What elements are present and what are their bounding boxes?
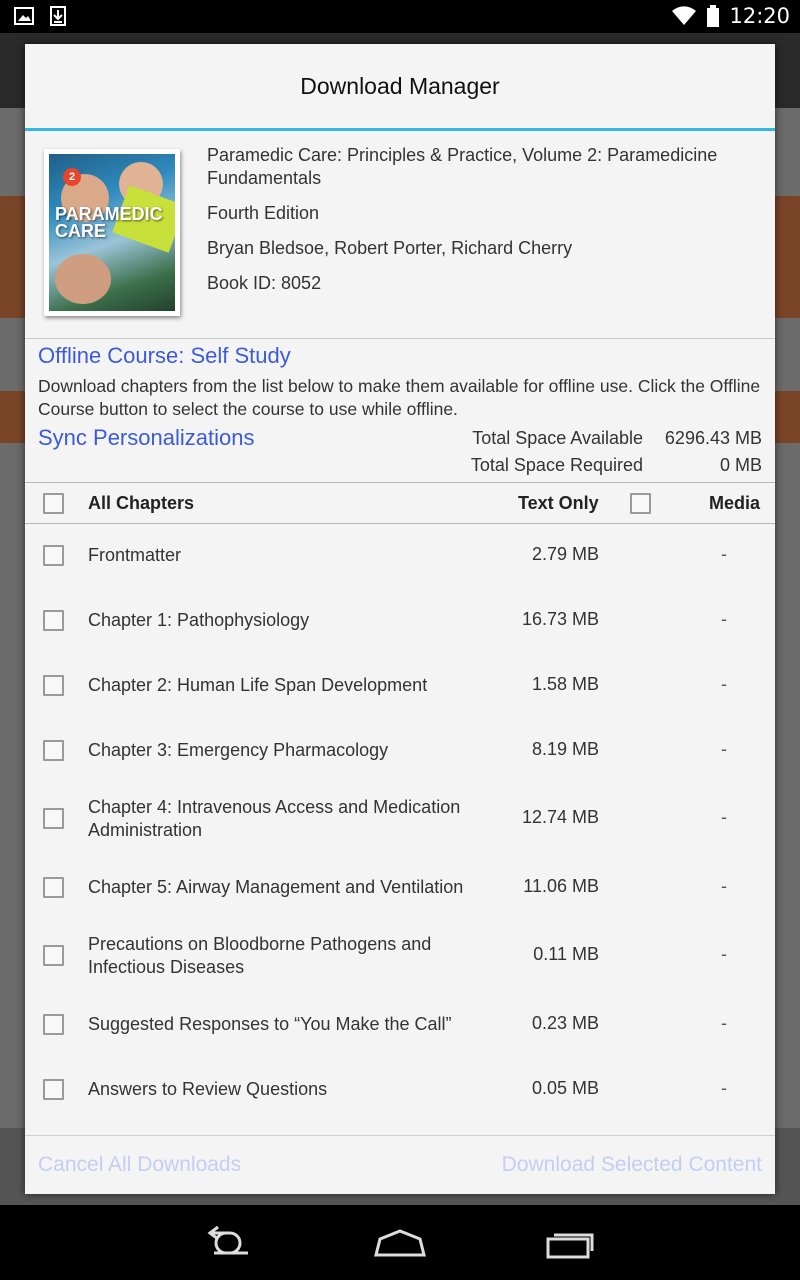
chapter-size: 0.05 MB xyxy=(531,1078,599,1098)
cancel-all-downloads-button[interactable]: Cancel All Downloads xyxy=(38,1153,241,1177)
chapter-checkbox[interactable] xyxy=(43,545,64,566)
book-cover: 2 PARAMEDIC CARE xyxy=(44,149,180,316)
chapter-checkbox[interactable] xyxy=(43,675,64,696)
back-icon[interactable] xyxy=(200,1225,260,1261)
chapter-name: Answers to Review Questions xyxy=(88,1079,328,1099)
chapter-checkbox[interactable] xyxy=(43,1014,64,1035)
chapter-size: 0.11 MB xyxy=(533,944,599,964)
chapter-size: 2.79 MB xyxy=(531,544,599,564)
chapter-size: 12.74 MB xyxy=(521,807,599,827)
chapter-name: Chapter 3: Emergency Pharmacology xyxy=(88,740,389,760)
gallery-notification-icon xyxy=(14,7,34,25)
download-selected-content-button[interactable]: Download Selected Content xyxy=(502,1153,762,1177)
chapter-name: Precautions on Bloodborne Pathogens and … xyxy=(88,934,432,977)
cover-volume-badge: 2 xyxy=(63,168,81,186)
chapter-media: - xyxy=(721,674,727,694)
dialog-header: Download Manager xyxy=(25,44,775,131)
chapter-name: Chapter 4: Intravenous Access and Medica… xyxy=(88,797,461,840)
recent-apps-icon[interactable] xyxy=(540,1225,600,1261)
chapter-size: 11.06 MB xyxy=(523,876,599,896)
offline-section: Offline Course: Self Study Download chap… xyxy=(25,339,775,483)
all-chapters-header: All Chapters xyxy=(88,493,195,513)
book-title: Paramedic Care: Principles & Practice, V… xyxy=(207,145,718,188)
chapter-size: 1.58 MB xyxy=(531,674,599,694)
chapter-media: - xyxy=(721,1078,727,1098)
cover-title: PARAMEDIC CARE xyxy=(55,204,163,241)
list-item[interactable]: Answers to Review Questions 0.05 MB - xyxy=(25,1078,775,1102)
chapter-media: - xyxy=(721,944,727,964)
dialog-footer: Cancel All Downloads Download Selected C… xyxy=(25,1135,775,1194)
list-item[interactable]: Suggested Responses to “You Make the Cal… xyxy=(25,1013,775,1037)
book-id: Book ID: 8052 xyxy=(207,273,322,293)
chapter-name: Chapter 2: Human Life Span Development xyxy=(88,675,428,695)
clock: 12:20 xyxy=(729,4,790,28)
chapter-checkbox[interactable] xyxy=(43,877,64,898)
chapter-name: Frontmatter xyxy=(88,545,182,565)
chapter-media: - xyxy=(721,876,727,896)
list-item[interactable]: Chapter 5: Airway Management and Ventila… xyxy=(25,876,775,900)
sync-personalizations-link[interactable]: Sync Personalizations xyxy=(38,425,254,451)
chapter-media: - xyxy=(721,1013,727,1033)
chapter-size: 16.73 MB xyxy=(521,609,599,629)
chapter-size: 8.19 MB xyxy=(531,739,599,759)
list-item[interactable]: Chapter 1: Pathophysiology 16.73 MB - xyxy=(25,609,775,633)
space-available-value: 6296.43 MB xyxy=(664,428,762,448)
select-all-media-checkbox[interactable] xyxy=(630,493,651,514)
chapter-media: - xyxy=(721,739,727,759)
list-item[interactable]: Chapter 3: Emergency Pharmacology 8.19 M… xyxy=(25,739,775,763)
chapter-checkbox[interactable] xyxy=(43,740,64,761)
download-manager-dialog: Download Manager 2 PARAMEDIC CARE Parame… xyxy=(25,44,775,1194)
chapter-checkbox[interactable] xyxy=(43,1079,64,1100)
chapter-checkbox[interactable] xyxy=(43,610,64,631)
space-available-label: Total Space Available xyxy=(472,428,643,448)
chapter-media: - xyxy=(721,807,727,827)
download-notification-icon xyxy=(50,6,66,26)
space-required-value: 0 MB xyxy=(719,455,762,475)
chapter-checkbox[interactable] xyxy=(43,808,64,829)
book-authors: Bryan Bledsoe, Robert Porter, Richard Ch… xyxy=(207,238,573,258)
offline-course-link[interactable]: Offline Course: Self Study xyxy=(38,343,291,369)
dialog-title: Download Manager xyxy=(300,72,500,99)
chapter-checkbox[interactable] xyxy=(43,945,64,966)
list-item[interactable]: Frontmatter 2.79 MB - xyxy=(25,544,775,568)
chapter-name: Chapter 5: Airway Management and Ventila… xyxy=(88,877,464,897)
navigation-bar xyxy=(0,1205,800,1280)
offline-description: Download chapters from the list below to… xyxy=(38,376,761,419)
chapter-size: 0.23 MB xyxy=(531,1013,599,1033)
book-info: 2 PARAMEDIC CARE Paramedic Care: Princip… xyxy=(25,131,775,339)
chapter-name: Chapter 1: Pathophysiology xyxy=(88,610,310,630)
space-required-label: Total Space Required xyxy=(470,455,643,475)
text-only-header: Text Only xyxy=(518,493,599,513)
list-item[interactable]: Chapter 2: Human Life Span Development 1… xyxy=(25,674,775,698)
chapter-media: - xyxy=(721,544,727,564)
battery-icon xyxy=(707,5,720,27)
column-header: All Chapters Text Only Media xyxy=(25,483,775,524)
list-item[interactable]: Precautions on Bloodborne Pathogens and … xyxy=(25,933,775,980)
select-all-chapters-checkbox[interactable] xyxy=(43,493,64,514)
list-item[interactable]: Chapter 4: Intravenous Access and Medica… xyxy=(25,796,775,843)
wifi-icon xyxy=(672,6,697,26)
chapter-name: Suggested Responses to “You Make the Cal… xyxy=(88,1014,452,1034)
media-header: Media xyxy=(709,493,761,513)
space-summary: Total Space Available 6296.43 MB Total S… xyxy=(457,425,762,479)
chapter-media: - xyxy=(721,609,727,629)
home-icon[interactable] xyxy=(370,1225,430,1261)
status-bar: 12:20 xyxy=(0,0,800,33)
book-edition: Fourth Edition xyxy=(207,203,320,223)
